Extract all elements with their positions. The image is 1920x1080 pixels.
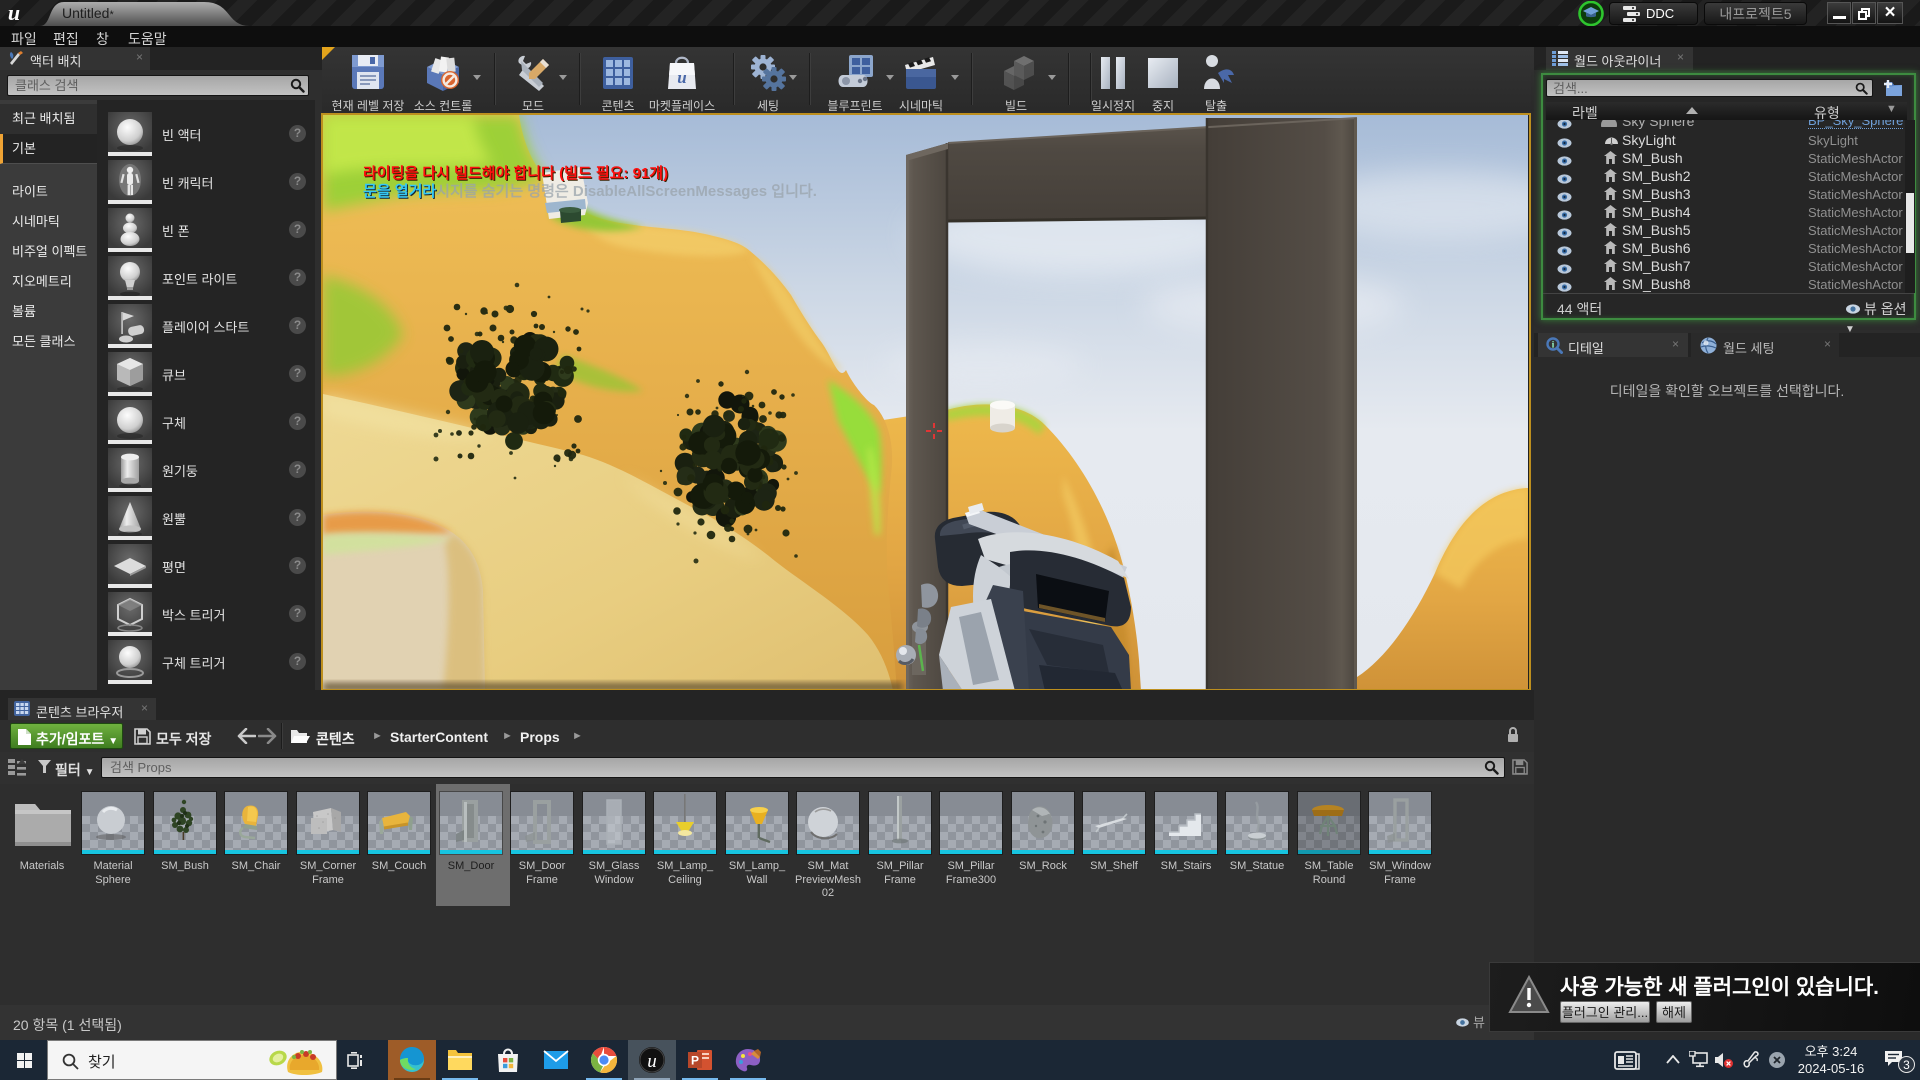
- svg-text:i: i: [1552, 340, 1555, 350]
- svg-text:u: u: [677, 68, 686, 87]
- svg-text:P: P: [691, 1054, 699, 1068]
- svg-text:u: u: [647, 1051, 657, 1072]
- svg-text:u: u: [8, 2, 20, 24]
